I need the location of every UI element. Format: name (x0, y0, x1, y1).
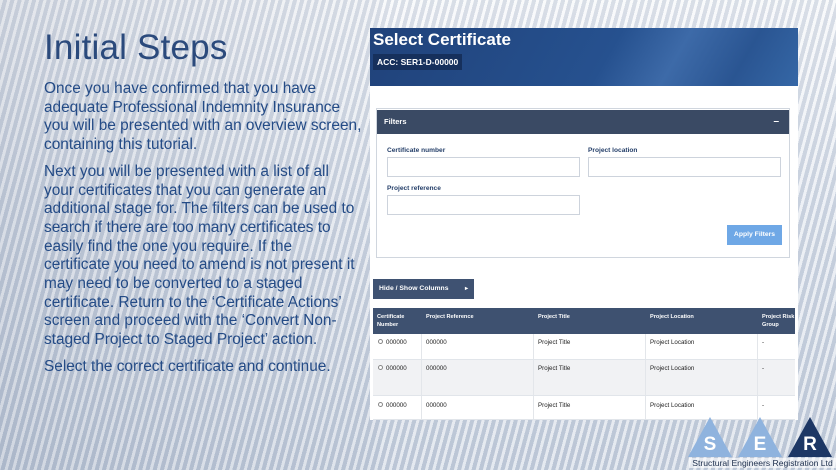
apply-filters-button[interactable]: Apply Filters (727, 225, 782, 245)
certificate-number-label: Certificate number (387, 147, 446, 154)
slide-title: Initial Steps (44, 28, 228, 67)
cell-project-title: Project Title (538, 365, 571, 372)
logo-letter-s: S (703, 434, 717, 455)
project-reference-label: Project reference (387, 185, 441, 192)
cell-project-title: Project Title (538, 402, 571, 409)
select-certificate-screenshot: Select Certificate ACC: SER1-D-00000 Fil… (370, 28, 798, 420)
cell-project-title: Project Title (538, 339, 571, 346)
table-row[interactable]: 000000 000000 Project Title Project Loca… (373, 334, 795, 360)
logo-letter-e: E (753, 434, 767, 455)
table-row[interactable]: 000000 000000 Project Title Project Loca… (373, 360, 795, 396)
hide-show-label: Hide / Show Columns (379, 285, 449, 292)
table-header: Certificate Number Project Reference Pro… (373, 308, 795, 334)
screenshot-title: Select Certificate (373, 30, 511, 49)
collapse-icon[interactable]: – (773, 110, 779, 134)
body-paragraph: Select the correct certificate and conti… (44, 357, 331, 375)
cell-project-risk-group: - (762, 365, 765, 372)
acc-badge: ACC: SER1-D-00000 (373, 54, 463, 70)
cell-project-reference: 000000 (426, 339, 447, 346)
caret-right-icon: ▸ (464, 286, 468, 292)
cell-certificate-number: 000000 (386, 402, 407, 409)
column-header-project-title[interactable]: Project Title (538, 313, 570, 321)
cell-project-location: Project Location (650, 365, 695, 372)
cell-certificate-number: 000000 (386, 339, 407, 346)
body-paragraph: Next you will be presented with a list o… (44, 162, 355, 349)
screenshot-header: Select Certificate ACC: SER1-D-00000 (370, 28, 798, 86)
body-paragraph: Once you have confirmed that you have ad… (44, 80, 362, 154)
project-location-input[interactable] (588, 157, 781, 177)
filters-heading: Filters (384, 117, 407, 126)
column-header-project-risk-group[interactable]: Project Risk Group (762, 313, 796, 329)
filters-header[interactable]: Filters – (377, 110, 789, 134)
column-header-project-location[interactable]: Project Location (650, 313, 694, 321)
cell-certificate-number: 000000 (386, 365, 407, 372)
column-header-project-reference[interactable]: Project Reference (426, 313, 474, 321)
ser-logo: S E R Structural Engineers Registration … (688, 417, 836, 470)
project-reference-input[interactable] (387, 195, 580, 215)
cell-project-risk-group: - (762, 339, 765, 346)
row-radio-button[interactable] (378, 365, 383, 370)
logo-text: Structural Engineers Registration Ltd (689, 458, 836, 468)
hide-show-columns-button[interactable]: Hide / Show Columns ▸ (373, 279, 474, 299)
project-location-label: Project location (588, 147, 638, 154)
cell-project-reference: 000000 (426, 402, 447, 409)
cell-project-location: Project Location (650, 339, 695, 346)
certificate-number-input[interactable] (387, 157, 580, 177)
cell-project-reference: 000000 (426, 365, 447, 372)
logo-letter-r: R (803, 434, 817, 455)
row-radio-button[interactable] (378, 339, 383, 344)
slide-body: Once you have confirmed that you have ad… (44, 80, 362, 385)
column-header-certificate-number[interactable]: Certificate Number (377, 313, 417, 329)
cell-project-risk-group: - (762, 402, 765, 409)
cell-project-location: Project Location (650, 402, 695, 409)
row-radio-button[interactable] (378, 402, 383, 407)
certificates-table: Certificate Number Project Reference Pro… (373, 308, 795, 420)
filters-panel: Filters – Certificate number Project loc… (376, 108, 790, 258)
